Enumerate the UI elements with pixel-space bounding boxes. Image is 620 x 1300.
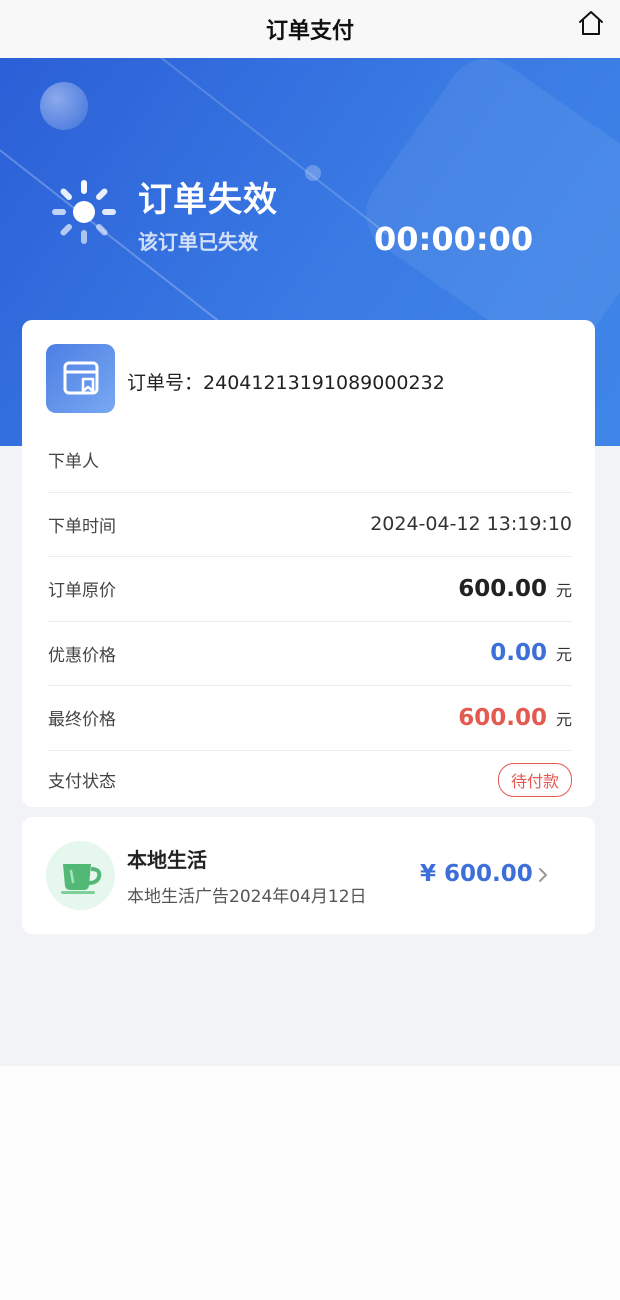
loading-sun-icon	[52, 180, 116, 244]
original-price-value: 600.00	[458, 575, 547, 602]
final-price-value: 600.00	[458, 704, 547, 731]
item-subtitle: 本地生活广告2024年04月12日	[127, 887, 367, 907]
order-time-row: 下单时间 2024-04-12 13:19:10	[48, 493, 572, 557]
status-title: 订单失效	[138, 180, 278, 220]
order-card-icon	[46, 344, 115, 413]
top-navigation-bar: 订单支付	[0, 0, 620, 58]
orderer-label: 下单人	[48, 452, 99, 473]
order-time-label: 下单时间	[48, 516, 116, 537]
discount-price-unit: 元	[555, 645, 572, 665]
final-price-unit: 元	[555, 709, 572, 729]
orderer-row: 下单人	[48, 428, 572, 493]
payment-status-label: 支付状态	[48, 772, 116, 792]
order-time-value: 2024-04-12 13:19:10	[370, 513, 572, 536]
payment-status-badge: 待付款	[497, 762, 572, 797]
discount-price-value: 0.00	[490, 640, 547, 667]
final-price-label: 最终价格	[48, 710, 116, 731]
item-title: 本地生活	[127, 848, 207, 872]
original-price-unit: 元	[555, 580, 572, 600]
home-button[interactable]	[576, 8, 606, 38]
original-price-label: 订单原价	[48, 581, 116, 602]
item-price: ¥ 600.00	[420, 861, 533, 887]
decorative-orb	[40, 82, 88, 130]
payment-status-row: 支付状态 待付款	[48, 751, 572, 809]
chevron-right-icon	[539, 868, 547, 882]
page-title: 订单支付	[265, 19, 354, 44]
order-number-label: 订单号：	[127, 372, 204, 394]
discount-price-label: 优惠价格	[48, 645, 116, 666]
order-number-value: 24041213191089000232	[203, 372, 445, 394]
order-number: 订单号：24041213191089000232	[127, 368, 445, 395]
countdown-timer: 00:00:00	[374, 220, 534, 258]
status-subtitle: 该订单已失效	[138, 230, 258, 254]
decorative-orb	[305, 165, 321, 181]
home-icon	[579, 11, 603, 35]
final-price-row: 最终价格 600.00 元	[48, 686, 572, 751]
order-info-list: 下单人 下单时间 2024-04-12 13:19:10 订单原价 600.00…	[48, 428, 572, 809]
coffee-cup-icon	[46, 841, 115, 910]
discount-price-row: 优惠价格 0.00 元	[48, 622, 572, 686]
original-price-row: 订单原价 600.00 元	[48, 557, 572, 622]
order-details-card: 订单号：24041213191089000232 下单人 下单时间 2024-0…	[22, 320, 595, 807]
product-item-card[interactable]: 本地生活 本地生活广告2024年04月12日 ¥ 600.00	[22, 817, 595, 934]
